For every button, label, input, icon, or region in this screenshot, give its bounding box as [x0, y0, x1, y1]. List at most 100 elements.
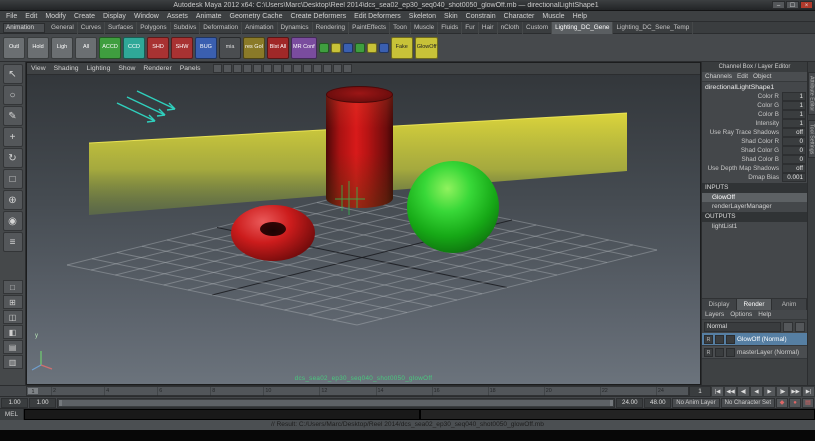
shelf-button[interactable]: SHW: [171, 36, 193, 59]
step-forward-key-button[interactable]: ▶▶: [789, 386, 802, 397]
step-forward-frame-button[interactable]: |▶: [776, 386, 789, 397]
set-key-button[interactable]: ◆: [776, 397, 788, 408]
shelf-button[interactable]: [330, 42, 341, 53]
menu-item[interactable]: Modify: [41, 13, 70, 20]
step-back-key-button[interactable]: ◀◀: [724, 386, 737, 397]
input-node-item[interactable]: GlowOff: [702, 193, 807, 202]
shelf-tab[interactable]: Lighting_DC_Gene: [552, 21, 614, 34]
shelf-tab[interactable]: PaintEffects: [349, 21, 391, 34]
layer-color-swatch[interactable]: [726, 334, 735, 344]
shelf-button[interactable]: Blst All: [267, 36, 289, 59]
layer-editor-menu-item[interactable]: Options: [730, 311, 752, 318]
menu-item[interactable]: Edit Deformers: [350, 13, 405, 20]
red-cylinder[interactable]: [326, 86, 393, 210]
create-layer-from-selected-button[interactable]: [795, 321, 805, 332]
layer-editor-tab[interactable]: Display: [702, 299, 737, 310]
soft-mod-tool[interactable]: ◉: [2, 211, 23, 231]
current-frame-marker[interactable]: 1: [28, 388, 38, 395]
menu-item[interactable]: Skin: [440, 13, 462, 20]
channel-box-menu-item[interactable]: Edit: [737, 73, 748, 80]
shelf-tab[interactable]: General: [48, 21, 78, 34]
play-backward-button[interactable]: ◀: [750, 386, 763, 397]
gate-mask-icon[interactable]: [302, 64, 312, 73]
shelf-button[interactable]: All: [75, 36, 97, 59]
graph-layout-button[interactable]: ▥: [2, 355, 23, 369]
render-layer-row[interactable]: R GlowOff (Normal): [702, 333, 807, 346]
shelf-button[interactable]: GlowOff: [414, 36, 439, 59]
move-tool[interactable]: +: [2, 127, 23, 147]
command-line-mode-button[interactable]: MEL: [0, 408, 24, 420]
shelf-tab[interactable]: Surfaces: [105, 21, 138, 34]
shelf-button[interactable]: Hold: [27, 36, 49, 59]
menu-item[interactable]: Constrain: [462, 13, 500, 20]
shelf-tab[interactable]: Muscle: [411, 21, 439, 34]
step-back-frame-button[interactable]: ◀|: [737, 386, 750, 397]
safe-title-icon[interactable]: [332, 64, 342, 73]
shelf-button[interactable]: MR Conf: [291, 36, 317, 59]
channel-value-field[interactable]: off: [782, 164, 806, 173]
menu-item[interactable]: File: [2, 13, 21, 20]
menu-item[interactable]: Display: [99, 13, 130, 20]
shelf-tab[interactable]: Fluids: [438, 21, 463, 34]
maximize-button[interactable]: ☐: [786, 1, 799, 9]
range-slider-handle[interactable]: [59, 399, 614, 406]
shelf-button[interactable]: [354, 42, 365, 53]
shelf-button[interactable]: mia: [219, 36, 241, 59]
panel-menu-item[interactable]: Show: [114, 65, 139, 72]
universal-manipulator-tool[interactable]: ⊕: [2, 190, 23, 210]
channel-value-field[interactable]: 1: [782, 119, 806, 128]
menu-set-select[interactable]: Animation: [3, 22, 45, 33]
shelf-button[interactable]: Ligh: [51, 36, 73, 59]
field-chart-icon[interactable]: [312, 64, 322, 73]
grid-icon[interactable]: [272, 64, 282, 73]
shelf-tab[interactable]: Curves: [78, 21, 105, 34]
animation-start-field[interactable]: 1.00: [1, 397, 28, 408]
shelf-tab[interactable]: Toon: [390, 21, 411, 34]
channel-value-field[interactable]: 0: [782, 137, 806, 146]
layer-editor-menu-item[interactable]: Layers: [705, 311, 724, 318]
shelf-tab[interactable]: Animation: [242, 21, 278, 34]
close-button[interactable]: ×: [800, 1, 813, 9]
shelf-tab[interactable]: Dynamics: [278, 21, 313, 34]
play-forward-button[interactable]: ▶: [763, 386, 776, 397]
channel-value-field[interactable]: 1: [782, 101, 806, 110]
shelf-tab[interactable]: Deformation: [200, 21, 243, 34]
go-to-end-button[interactable]: ▶|: [802, 386, 815, 397]
sidebar-vertical-tab[interactable]: Attribute Editor: [807, 72, 815, 116]
shelf-button[interactable]: [318, 42, 329, 53]
menu-item[interactable]: Geometry Cache: [226, 13, 287, 20]
menu-item[interactable]: Window: [130, 13, 163, 20]
bookmark-icon[interactable]: [242, 64, 252, 73]
minimize-button[interactable]: –: [772, 1, 785, 9]
range-slider[interactable]: [57, 397, 616, 408]
panel-menu-item[interactable]: Renderer: [139, 65, 175, 72]
layer-editor-tab[interactable]: Render: [737, 299, 772, 310]
shelf-tab[interactable]: Fur: [462, 21, 479, 34]
menu-item[interactable]: Muscle: [538, 13, 568, 20]
panel-menu-item[interactable]: Shading: [50, 65, 83, 72]
hypershade-layout-button[interactable]: ▤: [2, 340, 23, 354]
shelf-button[interactable]: [342, 42, 353, 53]
menu-item[interactable]: Help: [569, 13, 591, 20]
menu-item[interactable]: Create Deformers: [286, 13, 350, 20]
shelf-tab[interactable]: Rendering: [313, 21, 350, 34]
channel-value-field[interactable]: 1: [782, 92, 806, 101]
layer-renderable-toggle[interactable]: R: [704, 334, 713, 344]
layer-editor-menu-item[interactable]: Help: [758, 311, 771, 318]
playback-end-field[interactable]: 24.00: [616, 397, 644, 408]
channel-box-node-name[interactable]: directionalLightShape1: [702, 82, 807, 92]
shelf-button[interactable]: [366, 42, 377, 53]
persp-outliner-layout-button[interactable]: ◧: [2, 325, 23, 339]
menu-item[interactable]: Assets: [163, 13, 192, 20]
time-slider[interactable]: 1 2 4 6 8 10 12 14 16 18 20 22 24: [26, 386, 689, 396]
menu-item[interactable]: Edit: [21, 13, 41, 20]
shelf-tab[interactable]: Lighting_DC_Sene_Temp: [613, 21, 694, 34]
menu-item[interactable]: Skeleton: [405, 13, 440, 20]
green-sphere[interactable]: [407, 161, 499, 253]
auto-key-button[interactable]: ●: [789, 397, 801, 408]
channel-value-field[interactable]: 1: [782, 110, 806, 119]
shelf-button[interactable]: CCD: [123, 36, 145, 59]
create-empty-layer-button[interactable]: [783, 321, 793, 332]
shelf-button[interactable]: [378, 42, 389, 53]
last-tool[interactable]: ≡: [2, 232, 23, 252]
